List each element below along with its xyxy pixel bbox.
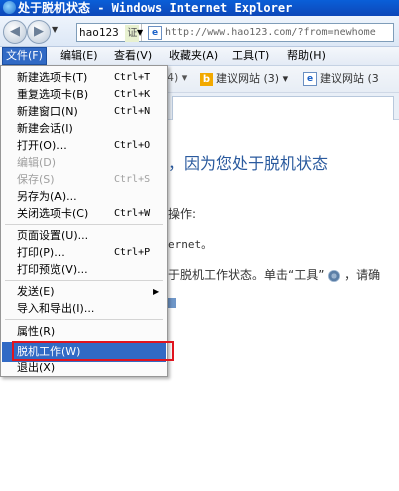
ie-page-icon: e bbox=[303, 72, 317, 86]
menu-separator bbox=[5, 224, 163, 225]
address-site-badge[interactable]: hao123 证 bbox=[77, 24, 143, 42]
page-icon: e bbox=[148, 26, 162, 40]
title-bar[interactable]: 处于脱机状态 - Windows Internet Explorer bbox=[0, 0, 399, 16]
menu-file[interactable]: 文件(F) bbox=[2, 47, 47, 65]
menu-item-import-export[interactable]: 导入和导出(I)... bbox=[2, 299, 166, 319]
suggested-sites-label-1: 建议网站 (3) ▾ bbox=[216, 72, 289, 85]
menu-separator bbox=[5, 319, 163, 320]
navigation-bar: ◀ ▶ ▼ hao123 证 ▼ e http://www.hao123.com… bbox=[0, 16, 399, 47]
menu-separator bbox=[5, 280, 163, 281]
operation-text: 操作: bbox=[168, 207, 197, 221]
menu-bar: 文件(F) 编辑(E) 查看(V) 收藏夹(A) 工具(T) 帮助(H) bbox=[0, 47, 399, 66]
address-dropdown-arrow-icon[interactable]: ▼ bbox=[137, 24, 143, 41]
back-arrow-icon: ◀ bbox=[10, 24, 20, 39]
menu-help[interactable]: 帮助(H) bbox=[284, 48, 329, 64]
suggested-sites-label-2: 建议网站 (3 bbox=[320, 72, 379, 85]
menu-item-shortcut: Ctrl+W bbox=[114, 208, 151, 219]
file-menu-dropdown: 新建选项卡(T) Ctrl+T 重复选项卡(B) Ctrl+K 新建窗口(N) … bbox=[0, 65, 168, 377]
internet-text: ernet。 bbox=[168, 238, 213, 251]
menu-tools[interactable]: 工具(T) bbox=[229, 48, 272, 64]
window-title: 处于脱机状态 - Windows Internet Explorer bbox=[18, 1, 293, 15]
address-url[interactable]: http://www.hao123.com/?from=newhome bbox=[165, 24, 376, 41]
bing-icon: b bbox=[200, 72, 213, 86]
menu-item-print-preview[interactable]: 打印预览(V)... bbox=[2, 260, 166, 280]
menu-item-label: 导入和导出(I)... bbox=[17, 302, 95, 315]
annotation-highlight-box bbox=[12, 341, 174, 361]
internet-explorer-icon bbox=[3, 1, 16, 14]
address-site-name: hao123 bbox=[79, 26, 119, 39]
menu-edit[interactable]: 编辑(E) bbox=[57, 48, 101, 64]
menu-item-label: 打印预览(V)... bbox=[17, 263, 88, 276]
menu-item-properties[interactable]: 属性(R) bbox=[2, 322, 166, 342]
offline-description-text: 于脱机工作状态。单击“工具” bbox=[168, 268, 325, 282]
menu-favorites[interactable]: 收藏夹(A) bbox=[166, 48, 221, 64]
forward-button[interactable]: ▶ bbox=[27, 20, 51, 44]
back-button[interactable]: ◀ bbox=[3, 20, 27, 44]
menu-view[interactable]: 查看(V) bbox=[111, 48, 155, 64]
menu-item-exit[interactable]: 退出(X) bbox=[2, 358, 166, 378]
offline-heading: ，因为您处于脱机状态 bbox=[168, 154, 329, 173]
recent-pages-dropdown[interactable]: ▼ bbox=[52, 25, 58, 34]
gear-icon bbox=[328, 269, 341, 282]
forward-arrow-icon: ▶ bbox=[34, 24, 44, 39]
link-icon-fragment bbox=[168, 298, 176, 308]
suggested-sites-link-2[interactable]: e 建议网站 (3 bbox=[303, 70, 379, 88]
menu-item-label: 退出(X) bbox=[17, 361, 56, 374]
suggested-sites-link-1[interactable]: b 建议网站 (3) ▾ bbox=[200, 70, 288, 88]
menu-item-label: 属性(R) bbox=[17, 325, 56, 338]
address-bar[interactable]: hao123 证 ▼ e http://www.hao123.com/?from… bbox=[76, 23, 394, 42]
offline-description-tail: ，请确 bbox=[344, 268, 381, 282]
menu-item-close-tab[interactable]: 关闭选项卡(C) Ctrl+W bbox=[2, 204, 166, 224]
menu-item-label: 关闭选项卡(C) bbox=[17, 207, 89, 220]
current-tab[interactable] bbox=[172, 96, 394, 120]
offline-description: 于脱机工作状态。单击“工具” ，请确 bbox=[168, 266, 380, 283]
favorites-fragment[interactable]: 4) ▾ bbox=[167, 71, 187, 84]
